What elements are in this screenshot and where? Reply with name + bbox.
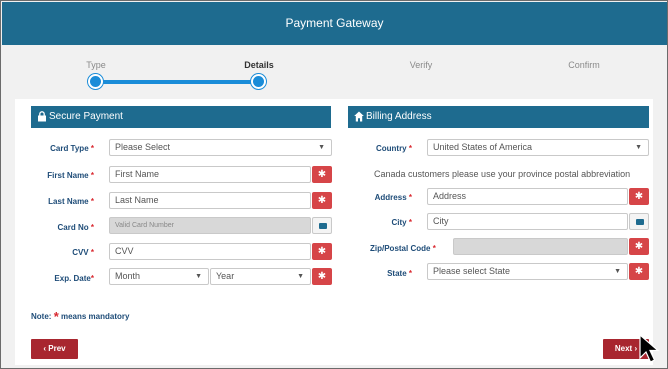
cvv-label: CVV * (72, 248, 94, 257)
credit-card-icon (629, 213, 649, 230)
lock-icon (38, 111, 46, 122)
step-dot-type (88, 74, 103, 89)
cvv-input[interactable]: CVV (109, 243, 311, 260)
postal-info-text: Canada customers please use your provinc… (374, 169, 631, 179)
required-star: * (90, 248, 94, 257)
home-icon (354, 111, 364, 122)
address-input[interactable]: Address (427, 188, 628, 205)
progress-steps: Type Details Verify Confirm (2, 45, 667, 97)
required-icon: ✱ (312, 192, 332, 209)
card-number-input[interactable]: Valid Card Number (109, 217, 311, 234)
credit-card-icon (312, 217, 332, 234)
required-star: * (90, 274, 94, 283)
card-no-label: Card No * (57, 223, 94, 232)
first-name-input[interactable]: First Name (109, 166, 311, 183)
required-star: * (432, 244, 436, 253)
page-title: Payment Gateway (2, 2, 667, 45)
state-select[interactable]: Please select State ▼ (427, 263, 628, 280)
zip-input[interactable] (453, 238, 628, 255)
city-input[interactable]: City (427, 213, 628, 230)
payment-window: Payment Gateway Type Details Verify Conf… (0, 0, 668, 369)
required-star: * (408, 144, 412, 153)
dropdown-arrow-icon: ▼ (318, 144, 325, 151)
required-star: * (408, 269, 412, 278)
prev-button[interactable]: ‹ Prev (31, 339, 78, 359)
step-verify: Verify (409, 60, 433, 70)
progress-track (95, 80, 259, 84)
last-name-label: Last Name * (48, 197, 94, 206)
first-name-label: First Name * (47, 171, 94, 180)
required-icon: ✱ (629, 238, 649, 255)
exp-date-label: Exp. Date* (54, 274, 94, 283)
card-type-label: Card Type * (50, 144, 94, 153)
step-confirm: Confirm (568, 60, 600, 70)
required-star: * (408, 218, 412, 227)
dropdown-arrow-icon: ▼ (614, 268, 621, 275)
mandatory-note: Note: * means mandatory (31, 309, 130, 324)
country-select[interactable]: United States of America ▼ (427, 139, 649, 156)
dropdown-arrow-icon: ▼ (195, 273, 202, 280)
state-label: State * (387, 269, 412, 278)
chevron-right-icon: › (634, 344, 638, 353)
exp-year-select[interactable]: Year ▼ (210, 268, 311, 285)
address-label: Address * (374, 193, 412, 202)
card-type-select[interactable]: Please Select ▼ (109, 139, 332, 156)
exp-month-select[interactable]: Month ▼ (109, 268, 209, 285)
step-dot-details (251, 74, 266, 89)
city-label: City * (391, 218, 412, 227)
chevron-left-icon: ‹ (43, 344, 47, 353)
secure-payment-title: Secure Payment (49, 111, 123, 122)
required-star: * (90, 197, 94, 206)
billing-address-header: Billing Address (348, 106, 649, 128)
required-star: * (90, 144, 94, 153)
required-star: * (53, 309, 59, 324)
required-star: * (90, 223, 94, 232)
required-icon: ✱ (629, 188, 649, 205)
last-name-input[interactable]: Last Name (109, 192, 311, 209)
secure-payment-header: Secure Payment (31, 106, 331, 128)
dropdown-arrow-icon: ▼ (297, 273, 304, 280)
step-type: Type (86, 60, 106, 70)
step-details: Details (244, 60, 274, 70)
zip-label: Zip/Postal Code * (370, 244, 436, 253)
required-icon: ✱ (629, 263, 649, 280)
country-label: Country * (375, 144, 412, 153)
required-star: * (90, 171, 94, 180)
billing-address-title: Billing Address (366, 111, 432, 122)
required-icon: ✱ (312, 268, 332, 285)
required-star: * (408, 193, 412, 202)
required-icon: ✱ (312, 243, 332, 260)
required-icon: ✱ (312, 166, 332, 183)
dropdown-arrow-icon: ▼ (635, 144, 642, 151)
mouse-pointer-icon (639, 334, 660, 363)
